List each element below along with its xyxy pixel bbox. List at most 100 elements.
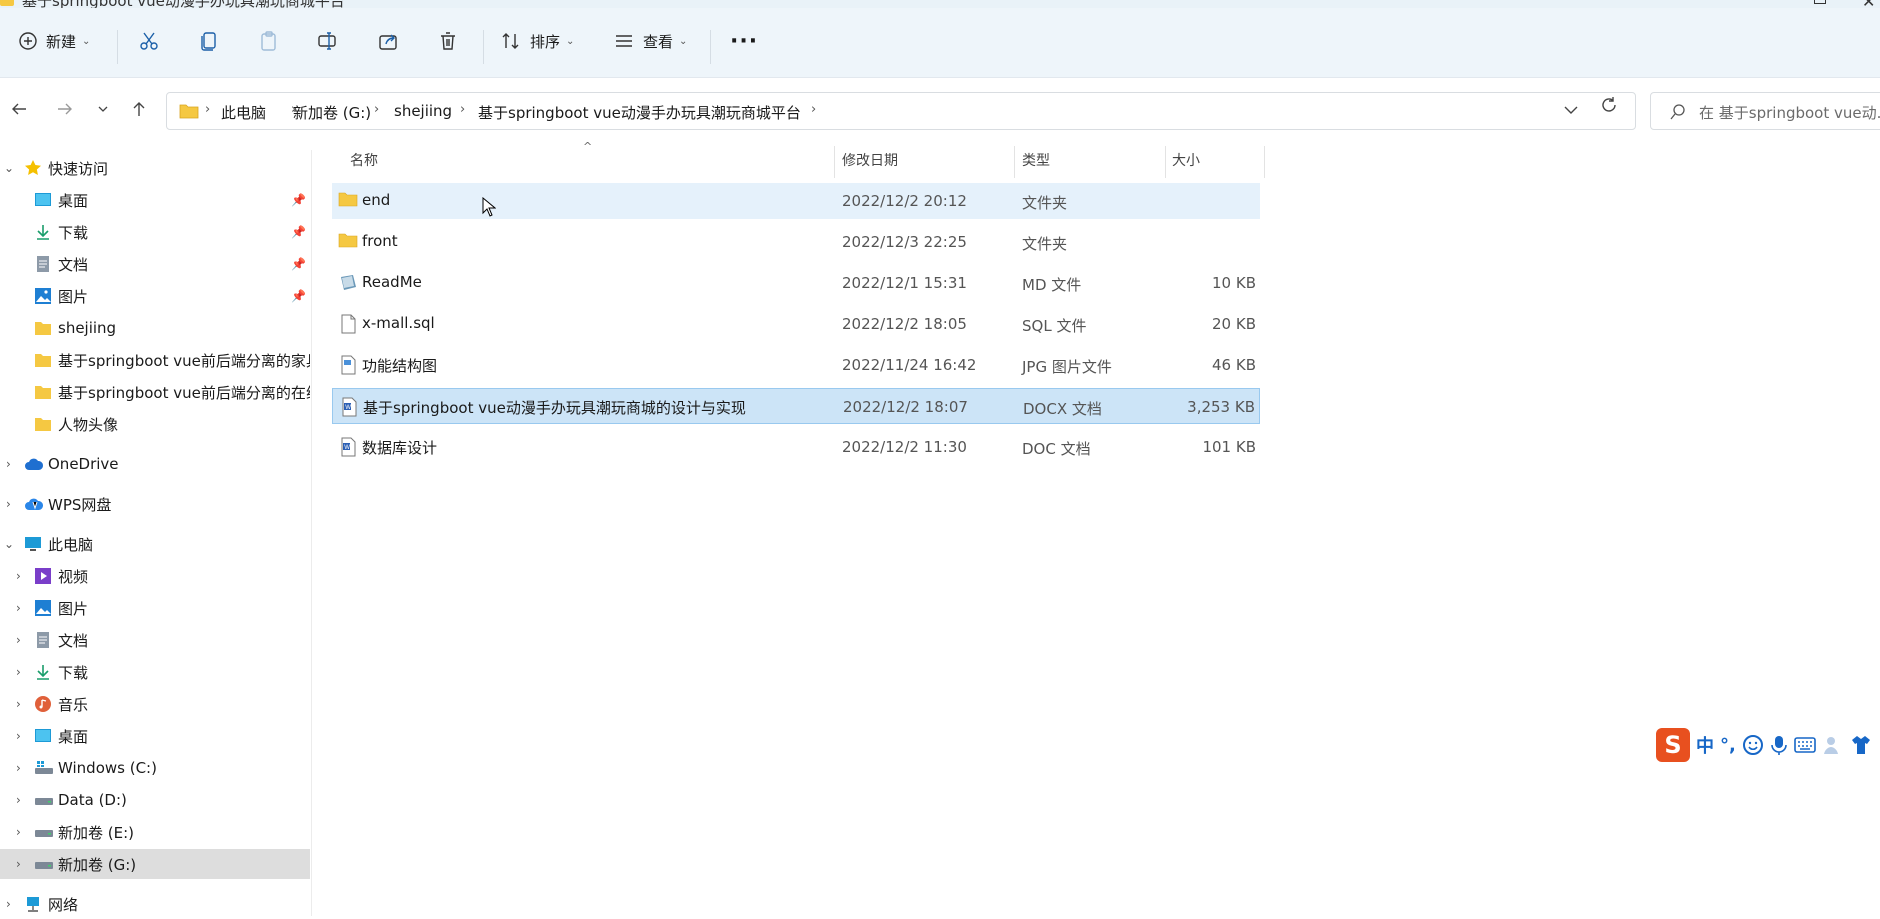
sidebar-item-pictures-pc[interactable]: › 图片	[0, 593, 310, 623]
chevron-right-icon[interactable]: ›	[16, 665, 21, 679]
ime-mode-toggle[interactable]: 中	[1696, 732, 1714, 758]
recent-locations-button[interactable]	[92, 98, 114, 120]
pin-icon[interactable]: 📌	[291, 193, 306, 207]
view-button[interactable]: 查看 ⌄	[613, 22, 687, 60]
breadcrumb-current-folder[interactable]: 基于springboot vue动漫手办玩具潮玩商城平台	[478, 102, 801, 123]
sidebar-item-drive-e[interactable]: › 新加卷 (E:)	[0, 817, 310, 847]
sidebar-item-furniture-project[interactable]: 基于springboot vue前后端分离的家具	[0, 345, 310, 375]
sidebar-item-downloads-pc[interactable]: › 下载	[0, 657, 310, 687]
sogou-logo-icon[interactable]: S	[1656, 728, 1690, 762]
sidebar-item-downloads[interactable]: 下载 📌	[0, 217, 310, 247]
chevron-right-icon[interactable]: ›	[16, 569, 21, 583]
folder-icon	[179, 104, 199, 119]
sidebar-item-shejiing[interactable]: shejiing	[0, 313, 310, 343]
chevron-right-icon[interactable]: ›	[16, 793, 21, 807]
sidebar-item-quick-access[interactable]: ⌄ 快速访问	[0, 153, 310, 183]
sidebar-item-desktop[interactable]: 桌面 📌	[0, 185, 310, 215]
sidebar-item-drive-d[interactable]: › Data (D:)	[0, 785, 310, 815]
address-bar[interactable]: › 此电脑 › 新加卷 (G:) › shejiing › 基于springbo…	[166, 92, 1636, 130]
chevron-right-icon[interactable]: ›	[16, 633, 21, 647]
toolbar-divider	[117, 30, 118, 64]
pin-icon[interactable]: 📌	[291, 289, 306, 303]
delete-button[interactable]	[437, 22, 459, 60]
file-row[interactable]: front 2022/12/3 22:25 文件夹	[332, 224, 1260, 260]
keyboard-icon[interactable]	[1794, 736, 1816, 754]
pin-icon[interactable]: 📌	[291, 257, 306, 271]
chevron-right-icon[interactable]: ›	[16, 857, 21, 871]
file-row[interactable]: W 基于springboot vue动漫手办玩具潮玩商城的设计与实现 2022/…	[332, 388, 1260, 424]
more-options-button[interactable]: ···	[730, 22, 758, 60]
search-input[interactable]: 在 基于springboot vue动...	[1650, 92, 1880, 130]
sidebar-item-drive-c[interactable]: › Windows (C:)	[0, 753, 310, 783]
file-size: 46 KB	[1212, 356, 1256, 374]
sidebar-item-documents[interactable]: 文档 📌	[0, 249, 310, 279]
file-row[interactable]: x-mall.sql 2022/12/2 18:05 SQL 文件 20 KB	[332, 306, 1260, 342]
emoji-icon[interactable]	[1742, 734, 1764, 756]
column-divider[interactable]	[1264, 146, 1265, 178]
forward-button[interactable]	[54, 98, 76, 120]
sidebar-item-videos[interactable]: › 视频	[0, 561, 310, 591]
word-file-icon: W	[338, 437, 358, 457]
rename-button[interactable]	[317, 22, 339, 60]
sidebar-item-avatars[interactable]: 人物头像	[0, 409, 310, 439]
chevron-right-icon: ›	[811, 102, 817, 117]
copy-button[interactable]	[198, 22, 220, 60]
sidebar-label: 网络	[48, 895, 79, 914]
refresh-icon[interactable]	[1600, 96, 1618, 114]
microphone-icon[interactable]	[1770, 734, 1788, 756]
sidebar-item-onedrive[interactable]: › OneDrive	[0, 449, 310, 479]
file-row[interactable]: W 数据库设计 2022/12/2 11:30 DOC 文档 101 KB	[332, 429, 1260, 465]
chevron-right-icon[interactable]: ›	[16, 601, 21, 615]
sort-button[interactable]: 排序 ⌄	[500, 22, 574, 60]
share-button[interactable]	[377, 22, 399, 60]
chevron-down-icon[interactable]: ⌄	[4, 537, 14, 551]
column-label: 类型	[1022, 153, 1050, 169]
sidebar-item-documents-pc[interactable]: › 文档	[0, 625, 310, 655]
close-icon[interactable]: ✕	[1862, 0, 1875, 8]
column-divider[interactable]	[834, 146, 835, 178]
breadcrumb-drive-g[interactable]: 新加卷 (G:)	[293, 102, 371, 123]
up-button[interactable]	[128, 98, 150, 120]
paste-button[interactable]	[258, 22, 280, 60]
scissors-icon	[140, 32, 158, 50]
chevron-right-icon[interactable]: ›	[16, 761, 21, 775]
chevron-down-icon[interactable]: ⌄	[4, 161, 14, 175]
breadcrumb-this-pc[interactable]: 此电脑	[221, 102, 266, 123]
chevron-right-icon[interactable]: ›	[6, 497, 11, 511]
skin-shirt-icon[interactable]	[1850, 734, 1872, 756]
chevron-right-icon[interactable]: ›	[16, 729, 21, 743]
sidebar-item-this-pc[interactable]: ⌄ 此电脑	[0, 529, 310, 559]
sidebar-item-network[interactable]: › 网络	[0, 889, 310, 919]
sidebar-item-online-project[interactable]: 基于springboot vue前后端分离的在线	[0, 377, 310, 407]
restore-icon[interactable]	[1814, 0, 1826, 4]
file-row[interactable]: end 2022/12/2 20:12 文件夹	[332, 183, 1260, 219]
file-row[interactable]: 功能结构图 2022/11/24 16:42 JPG 图片文件 46 KB	[332, 347, 1260, 383]
file-name: 数据库设计	[362, 439, 438, 457]
user-settings-icon[interactable]	[1822, 734, 1844, 756]
file-row[interactable]: ReadMe 2022/12/1 15:31 MD 文件 10 KB	[332, 265, 1260, 301]
ime-punctuation-toggle[interactable]: °,	[1720, 735, 1736, 756]
back-button[interactable]	[8, 98, 30, 120]
chevron-right-icon[interactable]: ›	[6, 897, 11, 911]
pin-icon[interactable]: 📌	[291, 225, 306, 239]
file-size: 20 KB	[1212, 315, 1256, 333]
sidebar-label: 此电脑	[48, 535, 94, 554]
chevron-right-icon[interactable]: ›	[6, 457, 11, 471]
breadcrumb-shejiing[interactable]: shejiing	[394, 102, 452, 120]
new-button[interactable]: 新建 ⌄	[18, 22, 90, 60]
sidebar-item-pictures[interactable]: 图片 📌	[0, 281, 310, 311]
folder-icon	[34, 320, 52, 338]
chevron-right-icon[interactable]: ›	[16, 697, 21, 711]
column-divider[interactable]	[1165, 146, 1166, 178]
svg-text:W: W	[344, 445, 350, 451]
sidebar-item-wps[interactable]: › WPS网盘	[0, 489, 310, 519]
sidebar-item-drive-g[interactable]: › 新加卷 (G:)	[0, 849, 310, 879]
cut-button[interactable]	[138, 22, 160, 60]
sidebar-item-music[interactable]: › 音乐	[0, 689, 310, 719]
chevron-right-icon[interactable]: ›	[16, 825, 21, 839]
column-divider[interactable]	[1014, 146, 1015, 178]
sort-button-label: 排序	[530, 32, 561, 51]
chevron-down-icon[interactable]	[1562, 101, 1580, 119]
sidebar-label: 桌面	[58, 191, 89, 210]
sidebar-item-desktop-pc[interactable]: › 桌面	[0, 721, 310, 751]
